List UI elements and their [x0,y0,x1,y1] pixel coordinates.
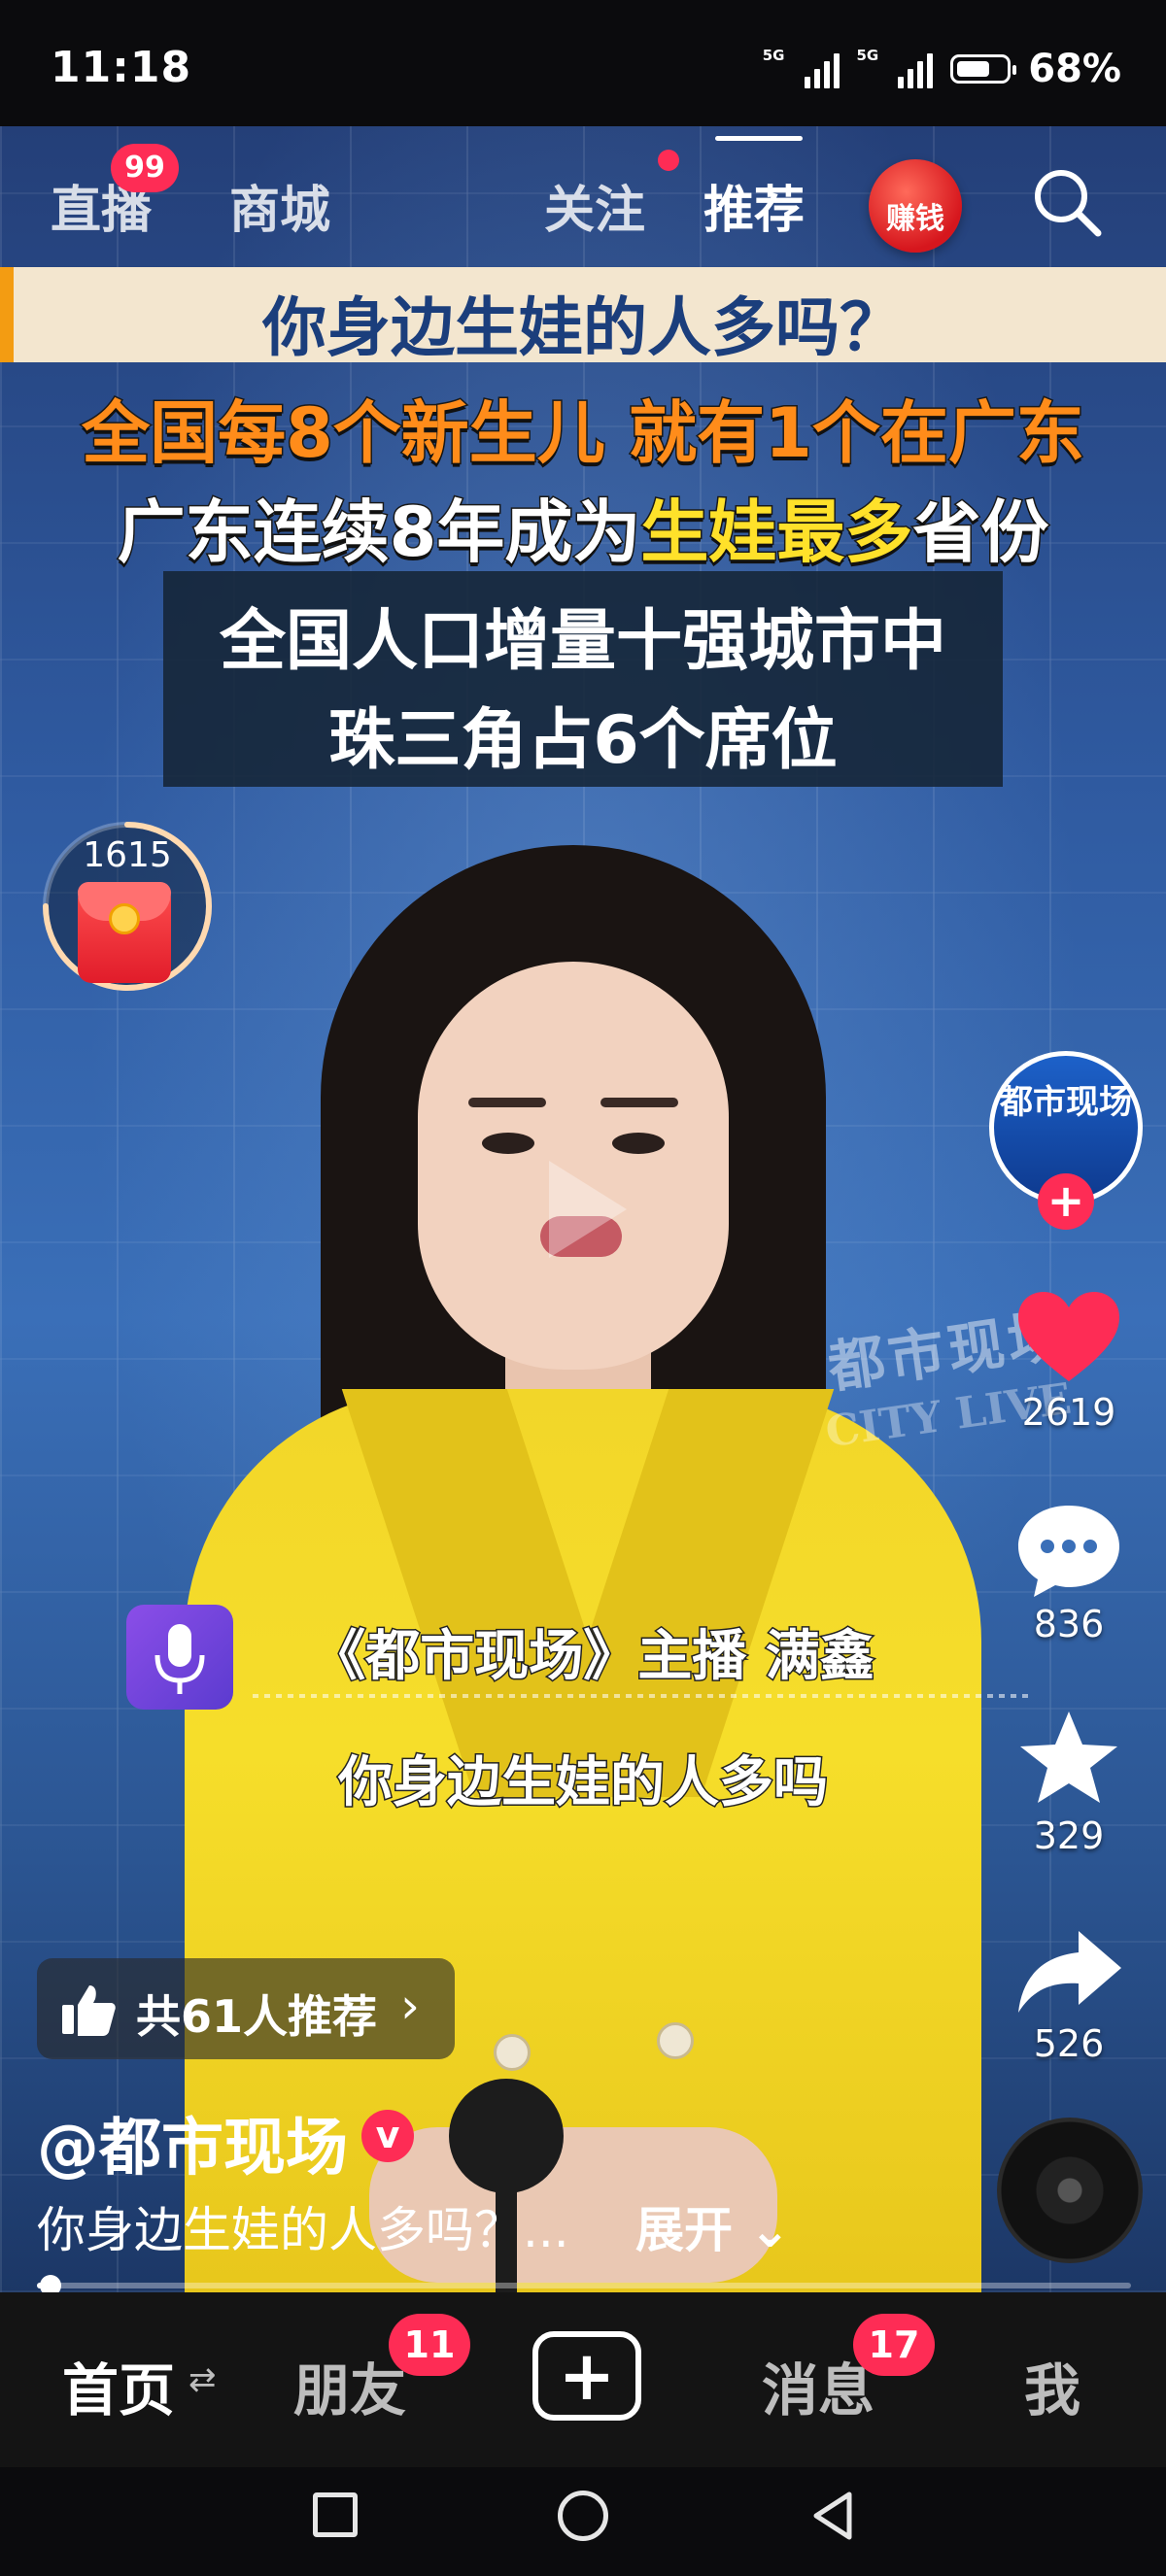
live-badge: 99 [111,144,179,192]
top-nav: 直播 商城 关注 推荐 [0,126,1166,272]
earn-money-label: 赚钱 [886,202,944,236]
battery-percent: 68% [1028,47,1121,91]
expand-caption-button[interactable]: 展开 ⌄ [635,2191,790,2261]
music-disc-icon[interactable] [997,2118,1143,2263]
network-type-1: 5G [762,47,785,64]
verified-badge: v [361,2110,414,2162]
stat-line-1: 全国人口增量十强城市中 [219,603,946,680]
audio-waveform [253,1694,1030,1698]
recommend-label: 共61人推荐 [136,1990,378,2043]
tab-mall[interactable]: 商城 [229,169,330,242]
video-caption: 你身边生娃的人多吗？... [37,2202,569,2258]
headline-line-2-highlight: 生娃最多 [639,491,914,574]
status-time: 11:18 [51,43,192,92]
status-indicators: 5G 5G 68% [763,47,1121,91]
red-packet-icon [78,882,171,983]
active-tab-indicator [715,136,803,141]
comment-count: 836 [1033,1603,1105,1645]
star-icon[interactable] [1011,1706,1127,1813]
like-count: 2619 [1021,1391,1116,1434]
chevron-down-icon: ⌄ [733,2202,791,2258]
play-icon[interactable] [505,1136,651,1282]
tab-following[interactable]: 关注 [544,169,645,242]
progress-track[interactable] [37,2283,1131,2288]
friends-badge: 11 [389,2314,470,2376]
share-icon[interactable] [1011,1917,1127,2024]
tab-me[interactable]: 我 [1024,2345,1080,2426]
back-icon[interactable] [808,2489,857,2543]
create-button[interactable]: + [532,2331,641,2421]
author-name[interactable]: @都市现场 [37,2098,348,2187]
network-type-2: 5G [856,47,879,64]
recent-apps-icon[interactable] [313,2492,358,2537]
following-dot [658,150,679,171]
chevron-right-icon: › [400,1978,420,2034]
stat-line-2: 珠三角占6个席位 [328,702,838,779]
search-icon[interactable] [1028,163,1106,241]
expand-caption-label: 展开 [635,2202,733,2258]
reward-count: 1615 [83,835,172,875]
signal-icon-2 [898,50,934,88]
headline-line-1: 全国每8个新生儿 就有1个在广东 [81,392,1086,475]
plus-icon: + [558,2336,616,2416]
comment-icon[interactable] [1011,1496,1127,1603]
follow-button[interactable]: + [1038,1173,1094,1230]
battery-icon [950,54,1017,84]
share-count: 526 [1033,2022,1105,2065]
tab-recommend[interactable]: 推荐 [703,169,805,242]
avatar-logo-text: 都市现场 [1000,1083,1132,1122]
jacket-button [494,2034,531,2071]
headline-line-2-end: 省份 [911,491,1050,574]
headline-line-2-start: 广东连续8年成为 [116,491,642,574]
headline-line-2: 广东连续8年成为生娃最多省份 [0,478,1166,576]
messages-badge: 17 [853,2314,935,2376]
jacket-button [657,2022,694,2059]
switch-icon: ⇄ [189,2360,217,2399]
thumbs-up-icon [62,1985,116,2036]
headline-title: 你身边生娃的人多吗？ [262,290,904,365]
favorite-count: 329 [1033,1814,1105,1857]
signal-icon [804,50,840,88]
tab-home[interactable]: 首页 [62,2345,175,2426]
tab-friends[interactable]: 朋友 [293,2345,406,2426]
home-icon[interactable] [558,2491,608,2541]
microphone [449,2079,564,2193]
battery-fill [957,61,990,77]
subtitle-line: 你身边生娃的人多吗 [337,1750,830,1816]
heart-icon[interactable] [1011,1284,1127,1391]
